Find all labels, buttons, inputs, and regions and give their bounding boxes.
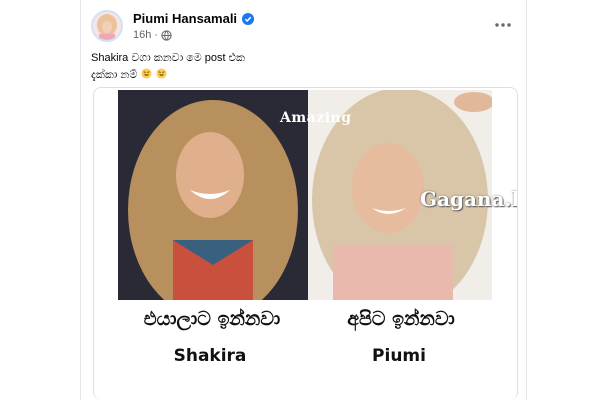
post-meta: 16h · [133, 29, 172, 41]
right-gutter [527, 0, 600, 400]
laughing-emoji-icon [141, 68, 152, 79]
author-name[interactable]: Piumi Hansamali [133, 11, 237, 26]
post-timestamp[interactable]: 16h [133, 29, 151, 41]
author-avatar[interactable] [91, 10, 123, 42]
overlay-amazing-text: Amazing [280, 110, 352, 126]
caption-line-2: දැක්කා නම් [91, 67, 511, 84]
caption-line-1: Shakira වගා කනවා මෙ post එක [91, 52, 245, 64]
left-caption-text: එයාලාට ඉන්නවා [143, 308, 281, 330]
globe-icon[interactable] [161, 29, 172, 41]
laughing-emoji-icon [156, 68, 167, 79]
screen: Piumi Hansamali 16h · Shakira වගා කනවා ම… [0, 0, 600, 400]
post-image[interactable]: Amazing Gagana.lk එයාලාට ඉන්නවා අපිට ඉන්… [93, 87, 518, 400]
left-name-text: Shakira [173, 346, 247, 366]
verified-badge-icon [242, 13, 254, 25]
watermark-text: Gagana.lk [420, 187, 517, 211]
left-gutter [0, 0, 80, 400]
more-options-icon [495, 23, 511, 27]
meta-separator: · [154, 29, 159, 41]
caption-line-2-text: දැක්කා නම් [91, 69, 138, 81]
avatar-photo-icon [93, 12, 121, 40]
right-caption-text: අපිට ඉන්නවා [347, 308, 455, 330]
post-header: Piumi Hansamali 16h · [91, 10, 518, 46]
more-options-button[interactable] [492, 14, 514, 36]
post-card: Piumi Hansamali 16h · Shakira වගා කනවා ම… [80, 0, 527, 400]
right-name-text: Piumi [372, 346, 426, 366]
post-caption: Shakira වගා කනවා මෙ post එක දැක්කා නම් [91, 50, 511, 84]
